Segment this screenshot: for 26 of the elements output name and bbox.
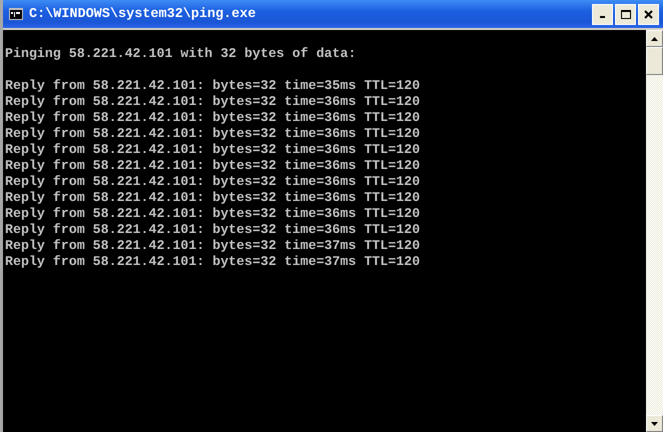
console-line: Reply from 58.221.42.101: bytes=32 time=36ms TTL=120: [5, 94, 420, 110]
console-line: Reply from 58.221.42.101: bytes=32 time=36ms TTL=120: [5, 222, 420, 238]
scroll-down-button[interactable]: [646, 415, 663, 432]
console-line: Reply from 58.221.42.101: bytes=32 time=36ms TTL=120: [5, 142, 420, 158]
down-arrow-icon: [651, 422, 658, 426]
close-icon: [644, 10, 653, 18]
console-line: Reply from 58.221.42.101: bytes=32 time=36ms TTL=120: [5, 206, 420, 222]
console-icon: [9, 8, 23, 20]
console-line: Reply from 58.221.42.101: bytes=32 time=37ms TTL=120: [5, 238, 420, 254]
console-line: Reply from 58.221.42.101: bytes=32 time=36ms TTL=120: [5, 158, 420, 174]
maximize-icon: [620, 10, 630, 18]
window-title: C:\WINDOWS\system32\ping.exe: [29, 6, 256, 22]
console-line: Reply from 58.221.42.101: bytes=32 time=35ms TTL=120: [5, 78, 420, 94]
scroll-thumb[interactable]: [646, 47, 663, 75]
console-line: Reply from 58.221.42.101: bytes=32 time=36ms TTL=120: [5, 110, 420, 126]
up-arrow-icon: [651, 36, 658, 40]
minimize-button[interactable]: [592, 4, 613, 24]
console-line: Reply from 58.221.42.101: bytes=32 time=36ms TTL=120: [5, 126, 420, 142]
console-line: Reply from 58.221.42.101: bytes=32 time=37ms TTL=120: [5, 254, 420, 270]
close-button[interactable]: [638, 4, 659, 24]
console-line: Reply from 58.221.42.101: bytes=32 time=36ms TTL=120: [5, 174, 420, 190]
maximize-button[interactable]: [615, 4, 636, 24]
scroll-up-button[interactable]: [646, 30, 663, 47]
console-line: Reply from 58.221.42.101: bytes=32 time=36ms TTL=120: [5, 190, 420, 206]
scroll-bar[interactable]: [646, 30, 663, 432]
console-line: Pinging 58.221.42.101 with 32 bytes of data:: [5, 46, 356, 62]
